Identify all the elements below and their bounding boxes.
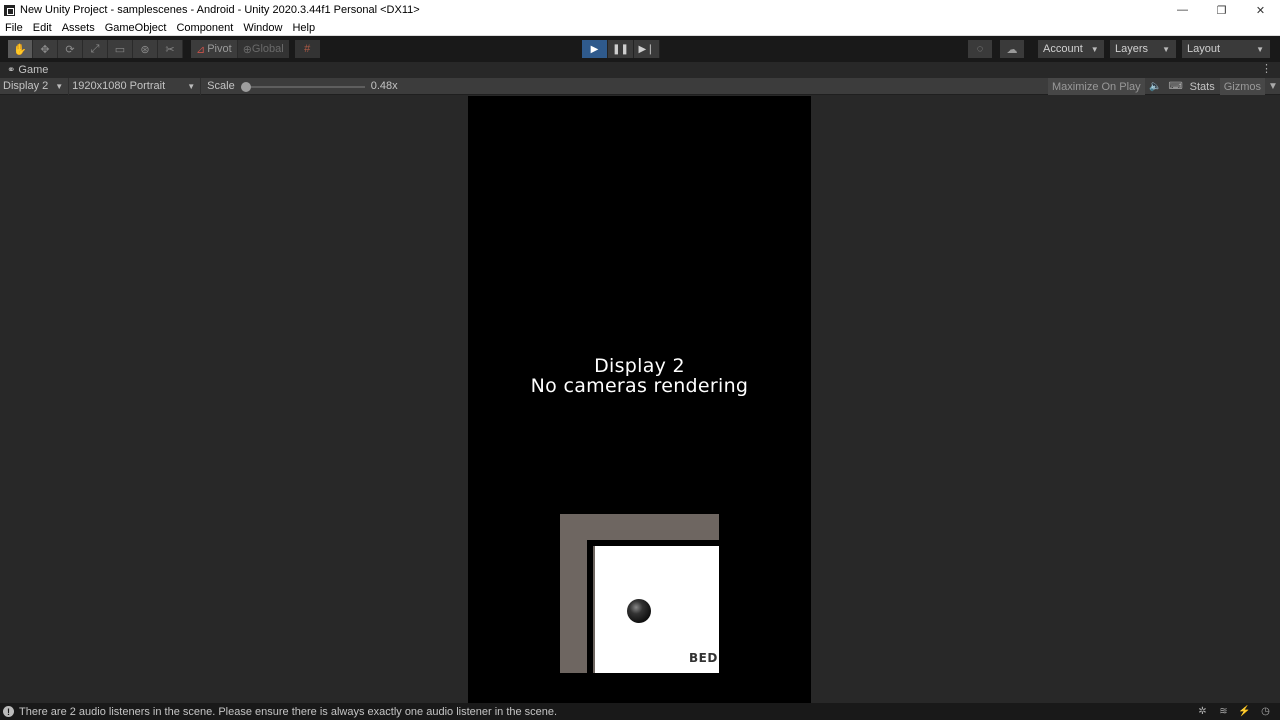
game-view-options: Maximize On Play 🔈 ⌨ Stats Gizmos ▼ [1048, 78, 1280, 95]
pivot-group: ⊿ Pivot ⊕ Global # [191, 40, 320, 58]
layout-dropdown[interactable]: Layout ▼ [1182, 40, 1270, 58]
close-button[interactable]: ✕ [1241, 0, 1280, 20]
network-icon[interactable]: ⚡ [1234, 706, 1255, 717]
scene-sign-text: BED [689, 651, 718, 665]
scale-slider-track [240, 85, 365, 88]
gizmos-toggle[interactable]: Gizmos [1219, 78, 1265, 95]
bug-icon[interactable]: ✲ [1192, 706, 1213, 717]
chevron-down-icon: ▼ [1090, 44, 1099, 54]
global-label: Global [251, 43, 284, 55]
maximize-on-play-toggle[interactable]: Maximize On Play [1048, 78, 1145, 95]
minimize-button[interactable]: — [1163, 0, 1202, 20]
game-view-toolbar: Display 2 ▼ 1920x1080 Portrait ▼ Scale 0… [0, 77, 1280, 95]
menu-gameobject[interactable]: GameObject [100, 22, 172, 34]
custom-tool-icon[interactable]: ✂ [158, 40, 183, 58]
game-viewport[interactable]: Display 2 No cameras rendering BED [0, 96, 1280, 703]
game-screen[interactable]: Display 2 No cameras rendering BED [468, 96, 811, 703]
menu-edit[interactable]: Edit [28, 22, 57, 34]
display-name-line: Display 2 [594, 355, 685, 377]
tab-game-label: Game [18, 64, 49, 76]
layers-dropdown[interactable]: Layers ▼ [1110, 40, 1176, 58]
resolution-label: 1920x1080 Portrait [72, 80, 166, 92]
pivot-toggle[interactable]: ⊿ Pivot [191, 40, 238, 58]
right-toolbar: ◌ ☁ Account ▼ Layers ▼ Layout ▼ [968, 40, 1270, 58]
pivot-icon: ⊿ [196, 43, 206, 56]
cloud-icon[interactable]: ☁ [1000, 40, 1024, 58]
menu-component[interactable]: Component [171, 22, 238, 34]
hand-tool-icon[interactable]: ✋ [8, 40, 33, 58]
panel-tab-bar: ⚭ Game ⋮ [0, 62, 1280, 78]
globe-icon: ⊕ [242, 43, 252, 56]
window-controls: — ❐ ✕ [1163, 0, 1280, 20]
resolution-dropdown[interactable]: 1920x1080 Portrait ▼ [69, 77, 202, 95]
pause-button[interactable]: ❚❚ [608, 40, 634, 58]
menu-assets[interactable]: Assets [57, 22, 100, 34]
unity-logo-icon [4, 4, 15, 16]
keyboard-icon[interactable]: ⌨ [1166, 78, 1186, 95]
window-title-bar: New Unity Project - samplescenes - Andro… [0, 0, 1280, 20]
rotate-tool-icon[interactable]: ⟳ [58, 40, 83, 58]
rect-tool-icon[interactable]: ▭ [108, 40, 133, 58]
scene-shadow-left [587, 540, 593, 673]
play-controls: ▶ ❚❚ ▶❘ [582, 40, 660, 58]
display-label: Display 2 [3, 80, 49, 92]
global-toggle[interactable]: ⊕ Global [237, 40, 289, 58]
chevron-down-icon[interactable]: ▼ [1266, 78, 1280, 95]
pivot-label: Pivot [207, 43, 232, 55]
menu-bar: File Edit Assets GameObject Component Wi… [0, 20, 1280, 36]
chevron-down-icon: ▼ [1162, 44, 1170, 54]
chevron-down-icon: ▼ [1256, 44, 1264, 54]
scale-value: 0.48x [370, 80, 398, 92]
tab-menu-icon[interactable]: ⋮ [1261, 62, 1272, 75]
move-tool-icon[interactable]: ✥ [33, 40, 58, 58]
grid-snap-icon[interactable]: # [294, 40, 320, 58]
scale-tool-icon[interactable]: ⤢ [83, 40, 108, 58]
status-icons: ✲ ≋ ⚡ ◷ [1192, 703, 1276, 720]
no-cameras-line: No cameras rendering [530, 375, 749, 397]
chevron-down-icon: ▼ [55, 81, 64, 91]
play-button[interactable]: ▶ [582, 40, 608, 58]
layers-label: Layers [1115, 43, 1149, 55]
scale-slider-thumb[interactable] [240, 81, 251, 92]
scale-slider[interactable] [240, 78, 365, 95]
window-title: New Unity Project - samplescenes - Andro… [20, 4, 420, 16]
display-dropdown[interactable]: Display 2 ▼ [0, 77, 70, 95]
mute-audio-icon[interactable]: 🔈 [1146, 78, 1166, 95]
account-label: Account [1043, 43, 1083, 55]
menu-file[interactable]: File [0, 22, 28, 34]
layers-stack-icon[interactable]: ≋ [1213, 706, 1234, 717]
menu-help[interactable]: Help [287, 22, 320, 34]
progress-icon[interactable]: ◷ [1255, 706, 1276, 717]
status-message[interactable]: There are 2 audio listeners in the scene… [19, 706, 557, 718]
account-dropdown[interactable]: Account ▼ [1038, 40, 1104, 58]
stats-toggle[interactable]: Stats [1186, 78, 1219, 95]
tab-game[interactable]: ⚭ Game [0, 64, 48, 76]
gamepad-icon: ⚭ [7, 64, 16, 76]
scene-ball [627, 599, 651, 623]
no-camera-message: Display 2 No cameras rendering [468, 356, 811, 396]
collab-icon[interactable]: ◌ [968, 40, 992, 58]
menu-window[interactable]: Window [238, 22, 287, 34]
layout-label: Layout [1187, 43, 1221, 55]
scale-label: Scale [207, 80, 235, 92]
step-button[interactable]: ▶❘ [634, 40, 660, 58]
status-bar: ! There are 2 audio listeners in the sce… [0, 703, 1280, 720]
transform-tool-icon[interactable]: ⊛ [133, 40, 158, 58]
transform-tools: ✋ ✥ ⟳ ⤢ ▭ ⊛ ✂ [8, 40, 183, 58]
restore-button[interactable]: ❐ [1202, 0, 1241, 20]
info-icon: ! [3, 706, 14, 717]
main-toolbar: ✋ ✥ ⟳ ⤢ ▭ ⊛ ✂ ⊿ Pivot ⊕ Global # ▶ ❚❚ ▶❘… [0, 36, 1280, 62]
chevron-down-icon: ▼ [187, 81, 196, 91]
